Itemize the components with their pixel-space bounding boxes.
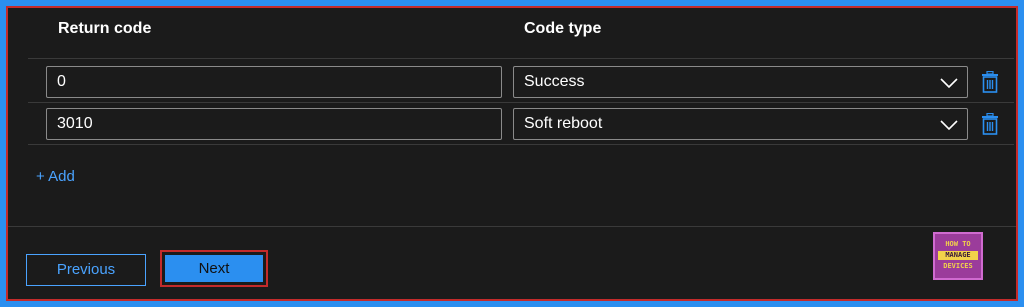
logo-line-1: HOW TO	[945, 240, 971, 248]
trash-icon[interactable]	[980, 71, 1000, 93]
code-type-value: Soft reboot	[524, 115, 603, 132]
add-row-link[interactable]: + Add	[36, 168, 75, 185]
footer-divider	[8, 226, 1016, 227]
column-header-return-code: Return code	[58, 20, 152, 37]
how-to-manage-devices-logo: HOW TO MANAGE DEVICES	[933, 232, 983, 280]
trash-icon[interactable]	[980, 113, 1000, 135]
logo-line-3: DEVICES	[943, 262, 973, 270]
code-type-value: Success	[524, 73, 585, 90]
return-code-input[interactable]: 0	[46, 66, 502, 98]
row-divider	[28, 102, 1014, 103]
chevron-down-icon	[940, 78, 958, 89]
next-button-highlight: Next	[160, 250, 268, 287]
return-code-input[interactable]: 3010	[46, 108, 502, 140]
header-divider	[28, 58, 1014, 59]
next-button[interactable]: Next	[165, 255, 263, 282]
chevron-down-icon	[940, 120, 958, 131]
code-type-select[interactable]: Soft reboot	[513, 108, 968, 140]
row-divider	[28, 144, 1014, 145]
return-codes-panel	[6, 6, 1018, 301]
logo-line-2: MANAGE	[938, 251, 978, 260]
column-header-code-type: Code type	[524, 20, 602, 37]
previous-button[interactable]: Previous	[26, 254, 146, 286]
code-type-select[interactable]: Success	[513, 66, 968, 98]
